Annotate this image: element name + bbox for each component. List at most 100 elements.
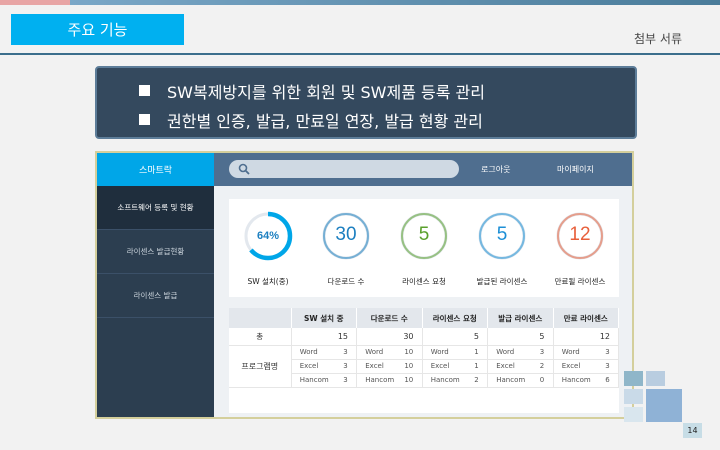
table-header-row: SW 설치 중 다운로드 수 라이센스 요청 발급 라이센스 만료 라이센스	[229, 308, 619, 328]
table-cell: Excel 3	[291, 359, 357, 374]
table-cell: Hancom 2	[422, 373, 488, 388]
table-header-cell	[229, 308, 292, 328]
program-label: 프로그램명	[229, 345, 292, 388]
stat-label: 만료될 라이센스	[554, 277, 606, 286]
program-count: 3	[343, 348, 348, 356]
stat-widget: 5 라이센스 요청	[385, 199, 463, 297]
stat-widget: 5 발급된 라이센스	[463, 199, 541, 297]
stat-value: 5	[418, 224, 430, 245]
program-count: 6	[605, 376, 610, 384]
table-cell: Word 1	[422, 345, 488, 360]
table-cell: Word 3	[291, 345, 357, 360]
sidebar-item-license-issue[interactable]: 라이센스 발급	[97, 274, 214, 318]
program-count: 10	[404, 376, 414, 384]
total-cell: 15	[291, 328, 357, 346]
program-name: Word	[430, 348, 449, 356]
program-name: Excel	[496, 362, 515, 370]
stat-widget: 64% SW 설치(중)	[229, 199, 307, 297]
decorative-square	[624, 371, 643, 386]
program-count: 3	[343, 376, 348, 384]
table-cell: Hancom 10	[356, 373, 423, 388]
stat-value: 30	[335, 224, 357, 245]
program-name: Hancom	[561, 376, 591, 384]
program-count: 1	[474, 362, 479, 370]
program-count: 1	[474, 348, 479, 356]
table-header-cell: SW 설치 중	[291, 308, 357, 328]
stat-value: 12	[569, 224, 591, 245]
table-cell: Hancom 0	[487, 373, 554, 388]
table-cell: Hancom 6	[553, 373, 619, 388]
program-name: Hancom	[430, 376, 460, 384]
program-count: 3	[343, 362, 348, 370]
program-count: 2	[474, 376, 479, 384]
table-cell: Excel 3	[553, 359, 619, 374]
total-label: 총	[229, 328, 292, 346]
program-name: Word	[561, 348, 580, 356]
square-bullet-icon	[139, 85, 150, 96]
square-bullet-icon	[139, 114, 150, 125]
header-divider	[0, 53, 720, 55]
program-name: Word	[496, 348, 515, 356]
decorative-square	[624, 389, 643, 404]
search-icon	[238, 163, 250, 175]
program-name: Hancom	[496, 376, 526, 384]
sidebar-item-license-issue-status[interactable]: 라이센스 발급현황	[97, 230, 214, 274]
section-tag: 주요 기능	[11, 14, 184, 45]
stat-label: 발급된 라이센스	[476, 277, 528, 286]
doc-label: 첨부 서류	[634, 32, 682, 46]
program-count: 10	[404, 362, 414, 370]
table-cell: Excel 10	[356, 359, 423, 374]
table-row-total: 총 15 30 5 5 12	[229, 328, 619, 346]
program-count: 3	[539, 348, 545, 356]
stat-label: SW 설치(중)	[247, 277, 289, 286]
program-count: 10	[404, 348, 414, 356]
stats-table: SW 설치 중 다운로드 수 라이센스 요청 발급 라이센스 만료 라이센스 총…	[229, 308, 619, 388]
table-header-cell: 발급 라이센스	[487, 308, 554, 328]
program-name: Excel	[430, 362, 450, 370]
table-header-cell: 만료 라이센스	[553, 308, 619, 328]
decorative-square	[646, 389, 682, 422]
table-cell: Excel 2	[487, 359, 554, 374]
table-header-cell: 라이센스 요청	[422, 308, 488, 328]
feature-banner: SW복제방지를 위한 회원 및 SW제품 등록 관리 권한별 인증, 발급, 만…	[95, 66, 637, 139]
stats-table-card: SW 설치 중 다운로드 수 라이센스 요청 발급 라이센스 만료 라이센스 총…	[229, 308, 619, 413]
logout-link[interactable]: 로그아웃	[481, 153, 510, 186]
stat-label: 라이센스 요청	[402, 277, 446, 286]
stat-value: 5	[496, 224, 508, 245]
program-count: 2	[539, 362, 545, 370]
page-number: 14	[683, 423, 702, 438]
program-name: Excel	[299, 362, 319, 370]
stat-label: 다운로드 수	[327, 277, 365, 286]
table-cell: Word 3	[553, 345, 619, 360]
app-screenshot: 스마트락 로그아웃 마이페이지 소프트웨어 등록 및 현황 라이센스 발급현황 …	[95, 151, 634, 419]
app-brand[interactable]: 스마트락	[97, 153, 214, 186]
decorative-square	[646, 371, 665, 386]
table-header-cell: 다운로드 수	[356, 308, 423, 328]
banner-line: 권한별 인증, 발급, 만료일 연장, 발급 현황 관리	[139, 105, 635, 134]
program-count: 3	[605, 362, 610, 370]
app-topbar: 스마트락 로그아웃 마이페이지	[97, 153, 632, 186]
dashboard-content: 64% SW 설치(중) 30 다운로드 수 5 라이센스 요청 5 발급된 라이센스 12 만료…	[214, 186, 632, 417]
total-cell: 12	[553, 328, 619, 346]
total-cell: 5	[487, 328, 554, 346]
banner-line-text: SW복제방지를 위한 회원 및 SW제품 등록 관리	[167, 82, 485, 102]
total-cell: 30	[356, 328, 423, 346]
table-cell: Word 10	[356, 345, 423, 360]
program-name: Hancom	[299, 376, 329, 384]
program-name: Excel	[561, 362, 581, 370]
top-color-strip	[0, 0, 720, 5]
stat-widget: 12 만료될 라이센스	[541, 199, 619, 297]
stat-value: 64%	[256, 230, 280, 242]
program-name: Word	[365, 348, 384, 356]
slide: 주요 기능 첨부 서류 SW복제방지를 위한 회원 및 SW제품 등록 관리 권…	[0, 0, 720, 450]
table-row: 프로그램명 Word 3 Word 10 Word 1 Word 3 Word 3	[229, 345, 619, 388]
stats-card: 64% SW 설치(중) 30 다운로드 수 5 라이센스 요청 5 발급된 라이센스 12 만료…	[229, 199, 619, 297]
sidebar-item-software-registration[interactable]: 소프트웨어 등록 및 현황	[97, 186, 214, 230]
table-cell: Excel 1	[422, 359, 488, 374]
program-name: Word	[299, 348, 318, 356]
app-sidebar: 소프트웨어 등록 및 현황 라이센스 발급현황 라이센스 발급	[97, 186, 214, 417]
mypage-link[interactable]: 마이페이지	[557, 153, 594, 186]
search-input[interactable]	[229, 160, 459, 178]
banner-line-text: 권한별 인증, 발급, 만료일 연장, 발급 현황 관리	[167, 111, 483, 131]
decorative-square	[624, 407, 643, 422]
